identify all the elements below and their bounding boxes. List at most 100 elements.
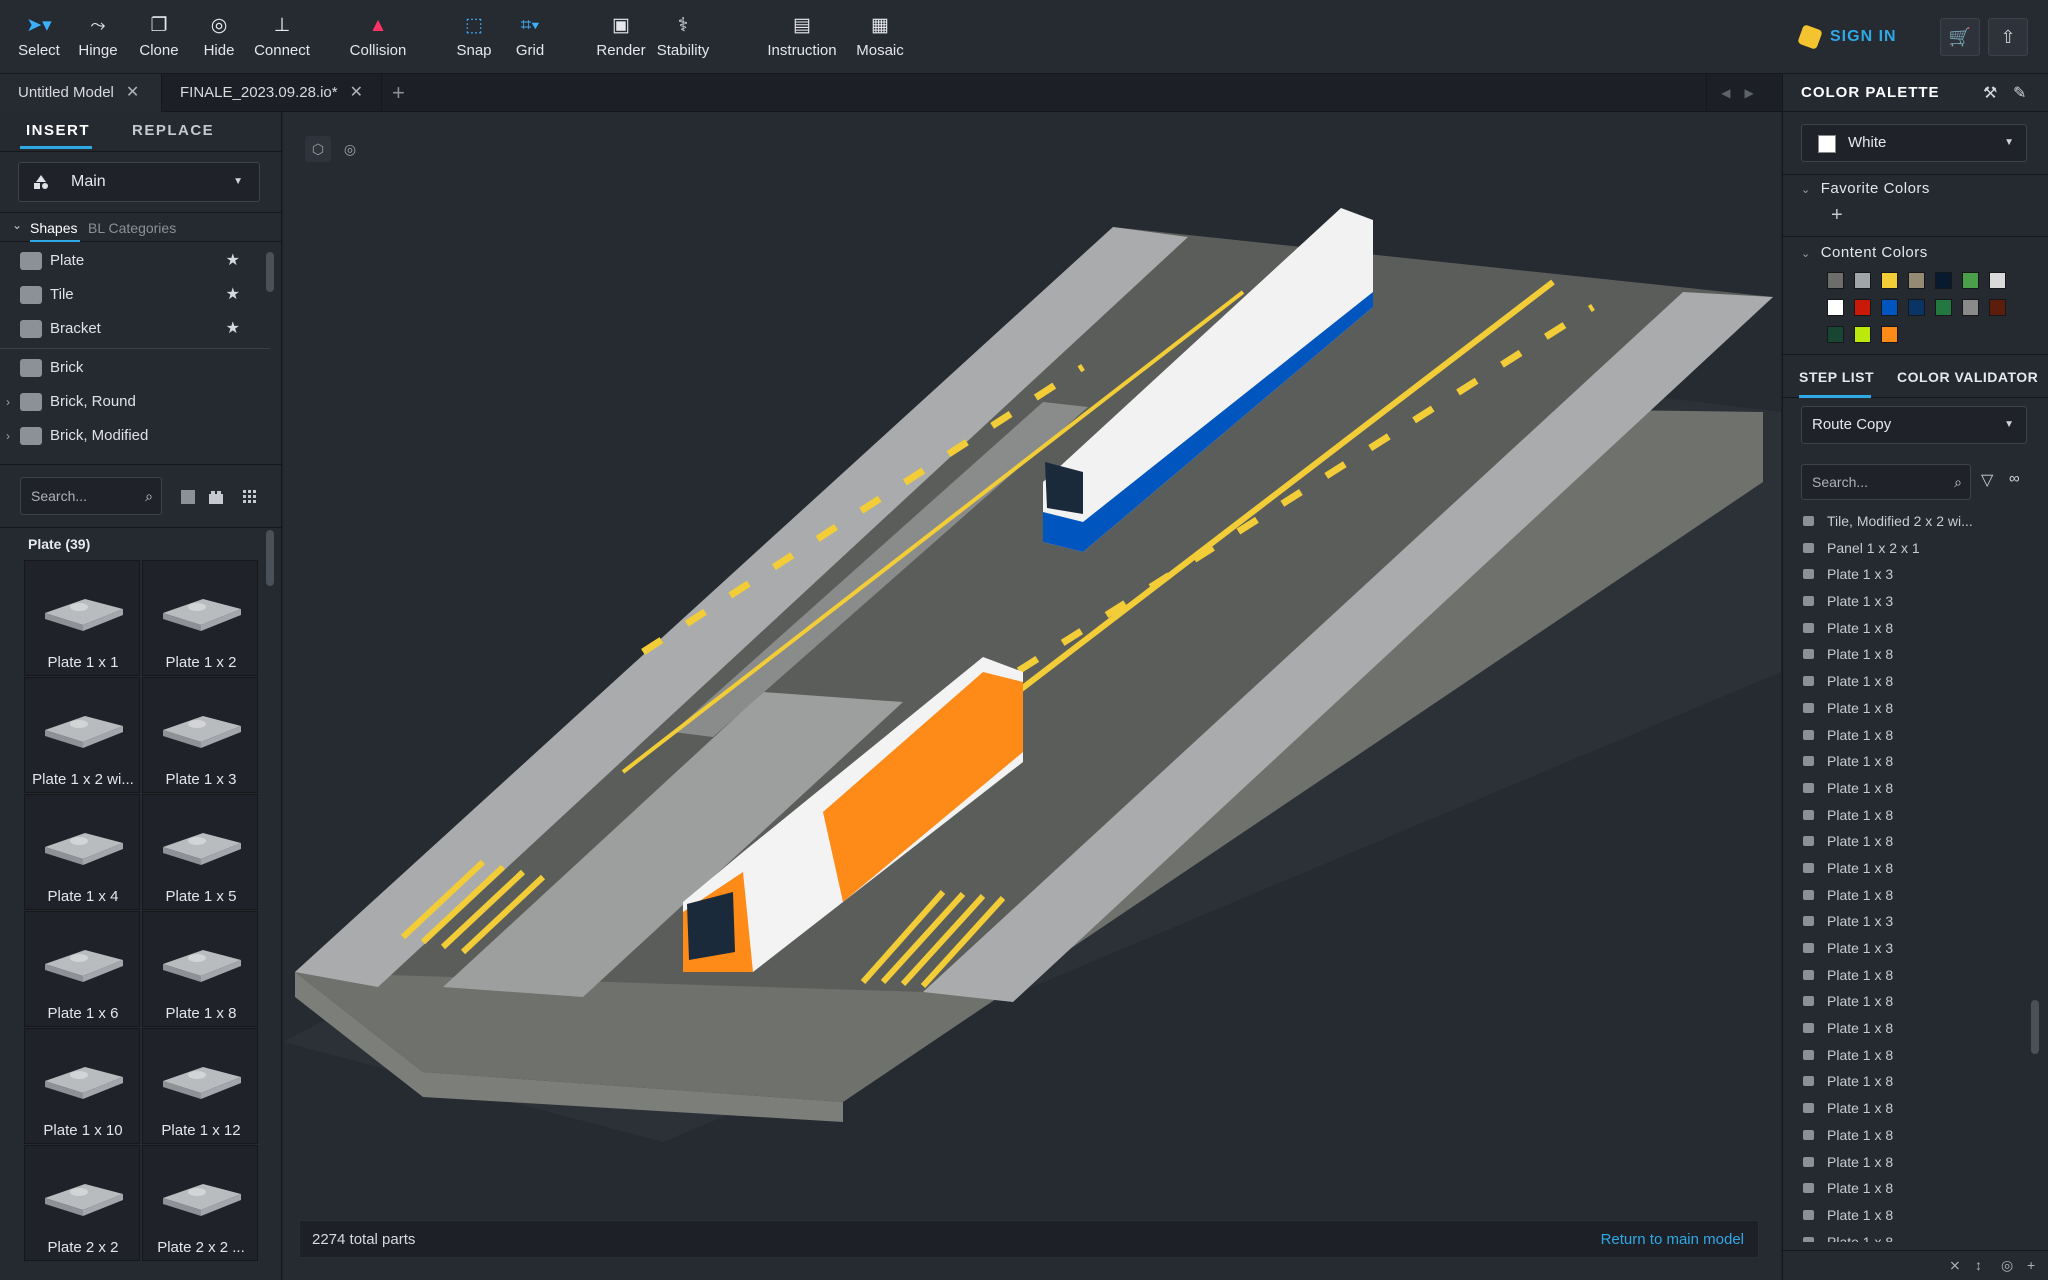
grid-tool[interactable]: ⌗▾ Grid [514,14,546,59]
arrow-left-icon[interactable]: ◀ [1721,86,1744,100]
tab-finale[interactable]: FINALE_2023.09.28.io* ✕ [162,74,382,112]
star-icon[interactable]: ★ [226,244,240,278]
color-swatch[interactable] [1881,299,1898,316]
color-swatch[interactable] [1935,272,1952,289]
step-item[interactable]: Plate 1 x 8 [1783,695,2048,722]
color-swatch[interactable] [1908,299,1925,316]
step-item[interactable]: Plate 1 x 3 [1783,908,2048,935]
part-tile[interactable]: Plate 1 x 2 [142,560,258,676]
step-item[interactable]: Plate 1 x 8 [1783,775,2048,802]
upload-button[interactable]: ⇧ [1988,18,2028,56]
model-render[interactable] [283,112,1781,1202]
chevron-right-icon[interactable]: › [6,419,10,453]
step-item[interactable]: Plate 1 x 8 [1783,882,2048,909]
step-item[interactable]: Plate 1 x 8 [1783,748,2048,775]
color-swatch[interactable] [1881,326,1898,343]
mosaic-tool[interactable]: ▦ Mosaic [854,14,906,59]
grid-view-icon[interactable] [242,489,258,505]
step-item[interactable]: Plate 1 x 8 [1783,1042,2048,1069]
step-item[interactable]: Plate 1 x 8 [1783,641,2048,668]
tab-untitled-model[interactable]: Untitled Model ✕ [0,74,162,112]
step-item[interactable]: Plate 1 x 8 [1783,1068,2048,1095]
part-tile[interactable]: Plate 1 x 12 [142,1028,258,1144]
step-item[interactable]: Plate 1 x 3 [1783,935,2048,962]
add-tab-button[interactable]: + [392,74,405,112]
color-select[interactable]: White ▼ [1801,124,2027,162]
step-item[interactable]: Plate 1 x 8 [1783,1015,2048,1042]
step-item[interactable]: Plate 1 x 3 [1783,561,2048,588]
parts-scrollbar[interactable] [266,530,274,586]
close-icon[interactable]: ✕ [350,84,363,101]
color-swatch[interactable] [1854,272,1871,289]
content-colors-toggle[interactable]: ⌄ Content Colors [1801,244,1928,261]
step-model-select[interactable]: Route Copy ▼ [1801,406,2027,444]
color-swatch[interactable] [1935,299,1952,316]
eyedropper-icon[interactable]: ✎ [2013,83,2026,103]
color-swatch[interactable] [1827,326,1844,343]
color-swatch[interactable] [1827,272,1844,289]
hinge-tool[interactable]: ⤳ Hinge [76,14,120,59]
step-item[interactable]: Plate 1 x 8 [1783,1095,2048,1122]
color-swatch[interactable] [1881,272,1898,289]
3d-viewport[interactable]: ⬡ ◎ 2274 total parts Return to main mode… [283,112,1781,1280]
part-tile[interactable]: Plate 1 x 1 [24,560,140,676]
paint-roller-icon[interactable]: ⚒ [1983,83,1997,103]
color-swatch[interactable] [1962,299,1979,316]
step-item[interactable]: Plate 1 x 8 [1783,1122,2048,1149]
arrow-right-icon[interactable]: ▶ [1745,86,1768,100]
category-tile[interactable]: Tile ★ [0,278,270,312]
part-tile[interactable]: Plate 1 x 2 wi... [24,677,140,793]
clone-tool[interactable]: ❐ Clone [138,14,180,59]
chevron-down-icon[interactable]: ⌄ [12,218,22,232]
add-favorite-color-button[interactable]: + [1831,204,1843,227]
tab-shapes[interactable]: Shapes [30,220,77,236]
parts-search-input[interactable]: Search... ⌕ [20,477,162,515]
part-tile[interactable]: Plate 1 x 6 [24,911,140,1027]
step-item[interactable]: Plate 1 x 8 [1783,1229,2048,1242]
tab-color-validator[interactable]: COLOR VALIDATOR [1897,369,2038,385]
tab-bl-categories[interactable]: BL Categories [88,220,176,236]
step-item[interactable]: Plate 1 x 8 [1783,802,2048,829]
tab-replace[interactable]: REPLACE [132,122,214,139]
step-item[interactable]: Plate 1 x 8 [1783,828,2048,855]
part-tile[interactable]: Plate 1 x 8 [142,911,258,1027]
color-swatch[interactable] [1989,299,2006,316]
step-item[interactable]: Plate 1 x 8 [1783,855,2048,882]
stability-tool[interactable]: ⚕ Stability [654,14,712,59]
instruction-tool[interactable]: ▤ Instruction [766,14,838,59]
single-view-icon[interactable] [180,489,196,505]
step-item[interactable]: Plate 1 x 8 [1783,962,2048,989]
tab-scroll-arrows[interactable]: ◀▶ [1706,74,1782,112]
color-swatch[interactable] [1962,272,1979,289]
add-step-icon[interactable]: + [2027,1257,2035,1273]
color-swatch[interactable] [1908,272,1925,289]
category-plate[interactable]: Plate ★ [0,244,270,278]
render-tool[interactable]: ▣ Render [596,14,646,59]
connect-tool[interactable]: ⊥ Connect [252,14,312,59]
step-list-scrollbar[interactable] [2031,1000,2039,1054]
step-item[interactable]: Plate 1 x 8 [1783,1202,2048,1229]
category-brick-modified[interactable]: › Brick, Modified [0,419,270,453]
color-swatch[interactable] [1827,299,1844,316]
close-icon[interactable]: ✕ [126,84,139,101]
sign-in-button[interactable]: SIGN IN [1797,22,1897,52]
step-item[interactable]: Plate 1 x 8 [1783,668,2048,695]
color-swatch[interactable] [1854,299,1871,316]
part-tile[interactable]: Plate 1 x 4 [24,794,140,910]
brick-view-icon[interactable] [208,489,224,505]
filter-icon[interactable]: ▽ [1981,470,1993,490]
hide-tool[interactable]: ◎ Hide [200,14,238,59]
step-item[interactable]: Plate 1 x 8 [1783,1149,2048,1176]
eye-off-icon[interactable]: ◎ [2001,1257,2013,1274]
step-search-input[interactable]: Search... ⌕ [1801,464,1971,500]
category-bracket[interactable]: Bracket ★ [0,312,270,346]
step-item[interactable]: Panel 1 x 2 x 1 [1783,535,2048,562]
part-tile[interactable]: Plate 2 x 2 ... [142,1145,258,1261]
color-swatch[interactable] [1989,272,2006,289]
category-scrollbar[interactable] [266,252,274,292]
tab-step-list[interactable]: STEP LIST [1799,369,1874,385]
return-to-main-model-link[interactable]: Return to main model [1601,1231,1744,1248]
cart-button[interactable]: 🛒 [1940,18,1980,56]
select-tool[interactable]: ➤▾ Select [14,14,64,59]
category-brick[interactable]: Brick [0,351,270,385]
